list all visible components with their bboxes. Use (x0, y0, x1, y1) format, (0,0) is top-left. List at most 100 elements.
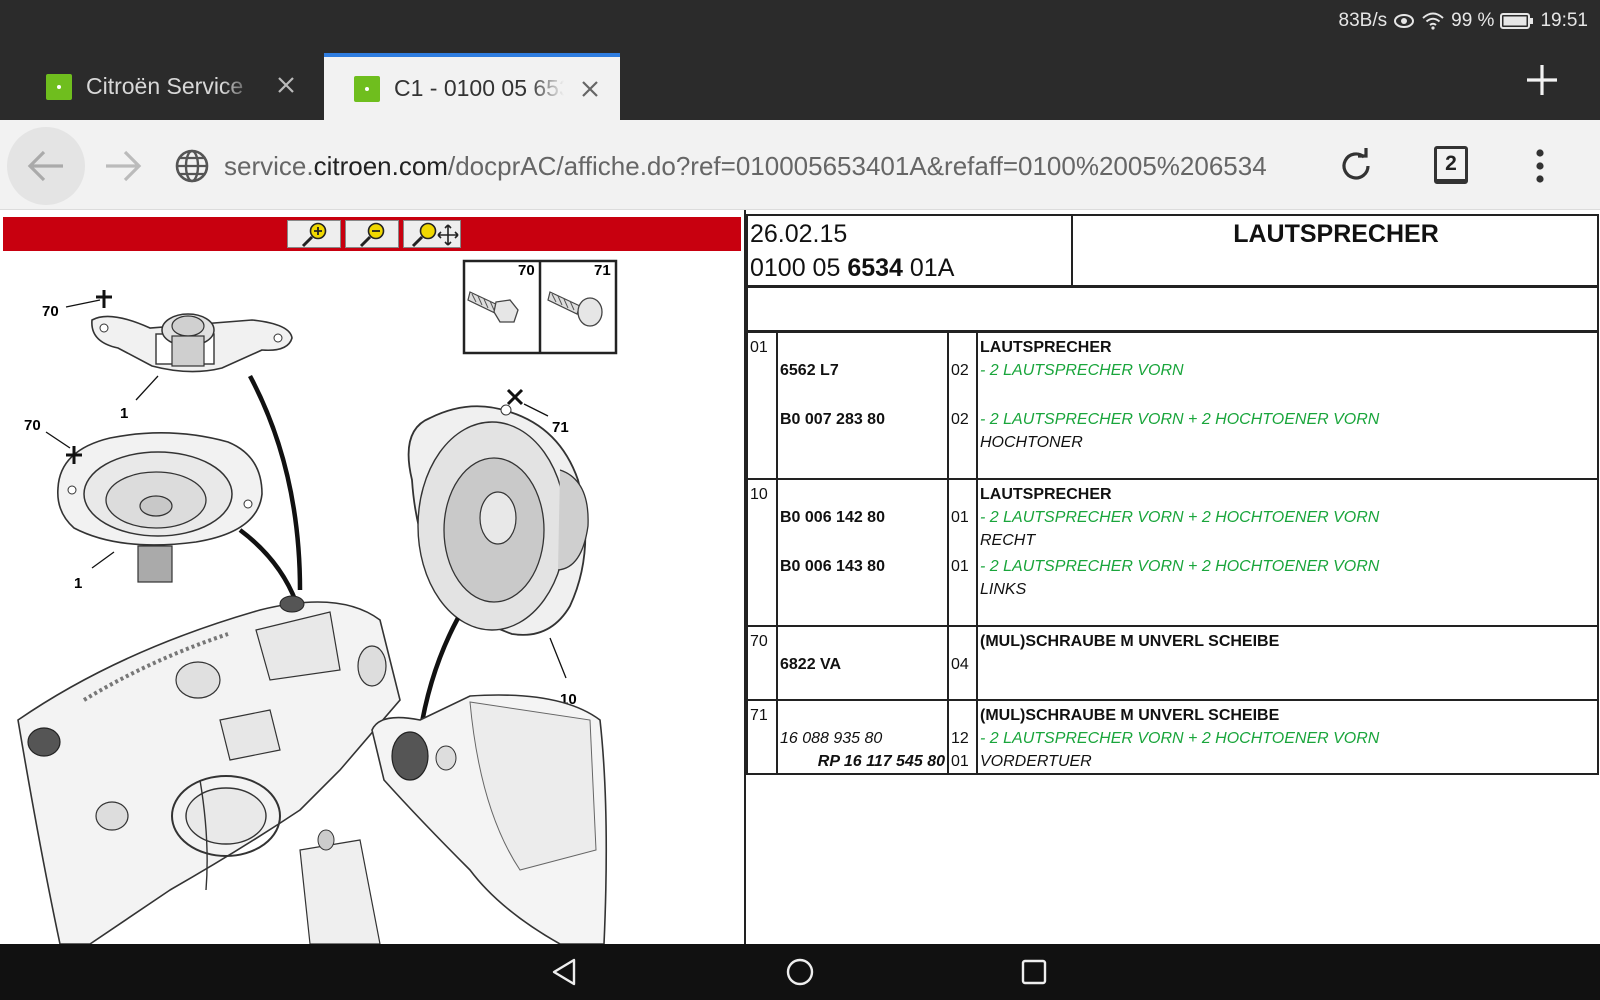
url-prefix: service. (224, 151, 314, 181)
browser-top-bar: 83B/s 99 % 19:51 Citroën Service C1 - 01… (0, 0, 1600, 120)
sheet-title: LAUTSPRECHER (1233, 220, 1439, 248)
url-host: citroen.com (313, 151, 448, 181)
sheet-subheader (746, 288, 1599, 333)
close-tab-icon[interactable] (272, 71, 300, 99)
table-row: 01 6562 L7 B0 007 283 80 02 02 LAUTSPREC… (746, 331, 1599, 480)
forward-arrow-icon[interactable] (100, 144, 144, 188)
zoom-in-button[interactable] (287, 220, 341, 248)
ref-cell: 6822 VA (776, 625, 949, 701)
callout-70-top: 70 (42, 303, 59, 320)
callout-71-inset: 71 (594, 262, 611, 279)
tab-citroen-service[interactable]: Citroën Service (16, 53, 316, 120)
part-ref[interactable]: 16 088 935 80 (780, 727, 945, 750)
callout-71-right: 71 (552, 419, 569, 436)
desc-cell: LAUTSPRECHER - 2 LAUTSPRECHER VORN + 2 H… (976, 478, 1599, 627)
item-number: 10 (746, 478, 778, 627)
net-speed: 83B/s (1338, 10, 1388, 31)
part-note: RECHT (980, 532, 1036, 549)
part-ref[interactable]: B0 006 143 80 (780, 555, 945, 578)
tab-title: Citroën Service (86, 73, 244, 99)
applicability: - 2 LAUTSPRECHER VORN + 2 HOCHTOENER VOR… (980, 411, 1380, 428)
part-note: VORDERTUER (980, 753, 1092, 770)
desc-cell: (MUL)SCHRAUBE M UNVERL SCHEIBE (976, 625, 1599, 701)
tweeter-bracket-drawing (91, 313, 293, 373)
part-description: (MUL)SCHRAUBE M UNVERL SCHEIBE (980, 633, 1280, 650)
zoom-in-icon (301, 222, 327, 248)
part-ref[interactable]: 6562 L7 (780, 359, 945, 382)
callout-1-top: 1 (120, 405, 128, 422)
page-content: 70 71 70 1 70 1 71 10 26.02.15 0100 05 6… (0, 210, 1600, 944)
status-bar: 83B/s 99 % 19:51 (1339, 9, 1588, 33)
table-row: 10 B0 006 142 80 B0 006 143 80 01 01 LAU… (746, 478, 1599, 627)
back-button[interactable] (7, 127, 85, 205)
site-favicon-icon (46, 73, 72, 100)
zoom-out-button[interactable] (345, 220, 399, 248)
exploded-parts-diagram: 70 71 70 1 70 1 71 10 (17, 259, 618, 944)
quantity: 01 (951, 509, 969, 526)
zoom-pan-button[interactable] (403, 220, 461, 248)
zoom-out-icon (359, 222, 385, 248)
tab-switcher-button[interactable]: 2 (1434, 146, 1468, 184)
dashboard-drawing (17, 595, 401, 944)
parts-list-pane: 26.02.15 0100 05 6534 01A LAUTSPRECHER 0… (746, 210, 1600, 944)
zoom-pan-icon (411, 222, 459, 248)
quantity: 12 (951, 730, 969, 747)
applicability: - 2 LAUTSPRECHER VORN + 2 HOCHTOENER VOR… (980, 509, 1380, 526)
door-speaker-drawing (407, 404, 589, 636)
close-tab-icon[interactable] (576, 75, 604, 103)
system-navigation-bar (0, 944, 1600, 1000)
ref-cell: B0 006 142 80 B0 006 143 80 (776, 478, 949, 627)
part-ref[interactable]: RP 16 117 545 80 (780, 750, 945, 773)
qty-cell: 01 01 (947, 478, 978, 627)
reload-icon[interactable] (1336, 146, 1376, 186)
item-number: 71 (746, 699, 778, 775)
applicability: - 2 LAUTSPRECHER VORN + 2 HOCHTOENER VOR… (980, 558, 1380, 575)
part-ref[interactable]: B0 006 142 80 (780, 506, 945, 529)
quantity: 04 (951, 656, 969, 673)
site-favicon-icon (354, 75, 380, 102)
url-field[interactable]: service.citroen.com/docprAC/affiche.do?r… (224, 146, 1310, 186)
part-description: LAUTSPRECHER (980, 486, 1112, 503)
desc-cell: (MUL)SCHRAUBE M UNVERL SCHEIBE - 2 LAUTS… (976, 699, 1599, 775)
tab-title: C1 - 0100 05 6534 (394, 75, 564, 101)
nav-home-icon[interactable] (784, 956, 816, 988)
qty-cell: 04 (947, 625, 978, 701)
wifi-icon (1422, 12, 1444, 30)
applicability: - 2 LAUTSPRECHER VORN (980, 362, 1184, 379)
parts-table: 01 6562 L7 B0 007 283 80 02 02 LAUTSPREC… (746, 331, 1599, 775)
part-description: (MUL)SCHRAUBE M UNVERL SCHEIBE (980, 707, 1280, 724)
clock: 19:51 (1540, 10, 1588, 31)
battery-icon (1500, 13, 1534, 29)
qty-cell: 02 02 (947, 331, 978, 480)
part-ref[interactable]: 6822 VA (780, 653, 945, 676)
table-row: 70 6822 VA 04 (MUL)SCHRAUBE M UNVERL SCH… (746, 625, 1599, 701)
part-description: LAUTSPRECHER (980, 339, 1112, 356)
applicability: - 2 LAUTSPRECHER VORN + 2 HOCHTOENER VOR… (980, 730, 1380, 747)
part-ref[interactable]: B0 007 283 80 (780, 408, 945, 431)
desc-cell: LAUTSPRECHER - 2 LAUTSPRECHER VORN - 2 L… (976, 331, 1599, 480)
table-row: 71 16 088 935 80 RP 16 117 545 80 12 01 … (746, 699, 1599, 775)
diagram-pane: 70 71 70 1 70 1 71 10 (0, 210, 746, 944)
battery-percent: 99 % (1451, 10, 1495, 31)
item-number: 70 (746, 625, 778, 701)
quantity: 01 (951, 558, 969, 575)
quantity: 02 (951, 362, 969, 379)
qty-cell: 12 01 (947, 699, 978, 775)
mid-speaker-drawing (57, 432, 263, 583)
ref-prefix: 0100 05 (750, 254, 848, 282)
tab-c1-parts[interactable]: C1 - 0100 05 6534 (324, 53, 620, 120)
part-note: LINKS (980, 581, 1027, 598)
new-tab-plus-icon[interactable] (1524, 62, 1560, 98)
url-path: /docprAC/affiche.do?ref=010005653401A&re… (447, 151, 1267, 181)
overflow-menu-icon[interactable] (1530, 146, 1550, 186)
nav-back-icon[interactable] (548, 956, 580, 988)
ref-suffix: 01A (902, 254, 955, 282)
sheet-reference: 0100 05 6534 01A (750, 254, 954, 283)
eye-comfort-icon (1394, 14, 1415, 28)
ref-cell: 6562 L7 B0 007 283 80 (776, 331, 949, 480)
callout-1-left: 1 (74, 575, 82, 592)
sheet-date: 26.02.15 (750, 220, 848, 248)
zoom-toolbar (3, 217, 741, 251)
quantity: 02 (951, 411, 969, 428)
nav-recents-icon[interactable] (1018, 956, 1050, 988)
